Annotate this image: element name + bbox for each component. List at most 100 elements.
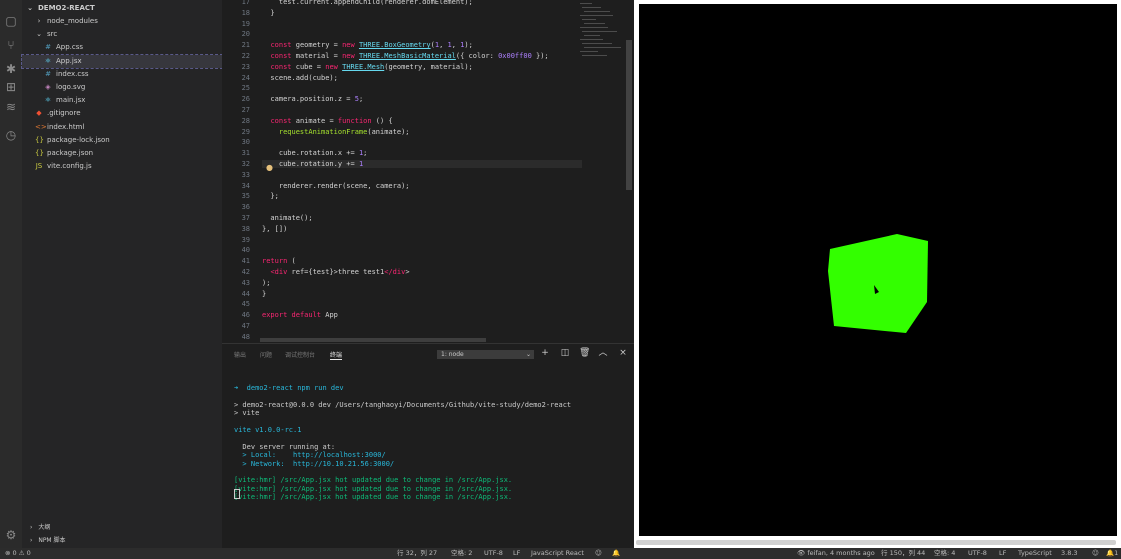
preview-scrollbar[interactable] (636, 540, 1116, 545)
explorer-root[interactable]: ⌄ DEMO2-REACT (22, 2, 226, 15)
terminal-line: > vite (234, 409, 260, 418)
source-control-icon[interactable]: ⑂ (4, 38, 18, 52)
docker-icon[interactable]: ≋ (4, 100, 18, 114)
code-line[interactable]: camera.position.z = 5; (262, 95, 363, 103)
minimap-line (580, 15, 613, 16)
explorer-item[interactable]: ◈ logo.svg (22, 81, 222, 94)
preview-cursor-position[interactable]: 行 150，列 44 (881, 548, 925, 559)
add-terminal-icon[interactable]: + (540, 348, 550, 358)
code-line[interactable]: const material = new THREE.MeshBasicMate… (262, 52, 548, 60)
terminal-line: [vite:hmr] /src/App.jsx hot updated due … (234, 493, 513, 502)
encoding[interactable]: UTF-8 (484, 548, 503, 559)
code-line[interactable]: renderer.render(scene, camera); (262, 182, 410, 190)
code-line[interactable]: requestAnimationFrame(animate); (262, 128, 410, 136)
code-line[interactable]: }; (262, 192, 278, 200)
line-number: 41 (241, 257, 250, 266)
explorer-item[interactable]: JS vite.config.js (22, 160, 222, 173)
terminal-line: > Network: http://10.10.21.56:3000/ (234, 459, 395, 468)
typescript-version[interactable]: 3.8.3 (1061, 548, 1078, 559)
timeline-icon[interactable]: ◷ (4, 128, 18, 142)
line-number: 48 (241, 332, 250, 341)
line-number: 46 (241, 311, 250, 320)
errors-indicator[interactable]: ⊗ 0 ⚠ 0 (5, 548, 31, 559)
minimap-line (582, 7, 601, 8)
notifications-icon[interactable]: 🔔 (612, 548, 620, 559)
status-bar: ⊗ 0 ⚠ 0 行 32，列 27 空格: 2 UTF-8 LF JavaScr… (0, 548, 1121, 559)
debug-icon[interactable]: ✱ (4, 62, 18, 76)
line-number: 38 (241, 224, 250, 233)
indentation[interactable]: 空格: 2 (451, 548, 472, 559)
preview-notifications[interactable]: 🔔1 (1106, 548, 1118, 559)
line-number: 40 (241, 246, 250, 255)
lightbulb-icon[interactable]: ● (266, 163, 273, 172)
css-file-icon: # (45, 69, 51, 78)
code-line[interactable]: return ( (262, 257, 296, 265)
explorer-item-label: package-lock.json (47, 135, 110, 144)
preview-feedback-icon[interactable]: ☺ (1092, 548, 1099, 559)
chevron-down-icon: ⌄ (27, 4, 33, 12)
minimap[interactable] (580, 0, 626, 60)
language-mode[interactable]: JavaScript React (531, 548, 584, 559)
close-panel-icon[interactable]: × (618, 348, 628, 358)
code-line[interactable]: test.current.appendChild(renderer.domEle… (262, 0, 473, 6)
tab-output[interactable]: 输出 (234, 350, 246, 359)
explorer-item[interactable]: # App.css (22, 41, 222, 54)
minimap-line (584, 47, 621, 48)
explorer-icon[interactable]: ▢ (4, 14, 18, 28)
git-blame[interactable]: 👁 feifan, 4 months ago (797, 548, 875, 559)
explorer-item[interactable]: ◆ .gitignore (22, 107, 222, 120)
explorer-item[interactable]: {} package.json (22, 147, 222, 160)
outline-label: 大纲 (38, 524, 51, 531)
preview-eol[interactable]: LF (999, 548, 1006, 559)
minimap-line (580, 51, 598, 52)
code-line[interactable]: cube.rotation.x += 1; (262, 149, 368, 157)
code-line[interactable]: <div ref={test}>three test1</div> (262, 268, 409, 276)
code-line[interactable]: scene.add(cube); (262, 74, 337, 82)
explorer-item[interactable]: {} package-lock.json (22, 134, 222, 147)
tab-debug-console[interactable]: 调试控制台 (285, 350, 315, 359)
code-line[interactable]: ); (262, 279, 270, 287)
code-editor[interactable]: 17 test.current.appendChild(renderer.dom… (222, 0, 634, 343)
explorer-item[interactable]: <>index.html (22, 121, 222, 134)
preview-indentation[interactable]: 空格: 4 (934, 548, 955, 559)
code-line[interactable]: animate(); (262, 214, 312, 222)
explorer-item[interactable]: ⚛ main.jsx (22, 94, 222, 107)
code-line[interactable]: }, []) (262, 225, 287, 233)
npm-scripts-section[interactable]: › NPM 脚本 (22, 535, 222, 547)
code-line[interactable]: const cube = new THREE.Mesh(geometry, ma… (262, 63, 472, 71)
preview-encoding[interactable]: UTF-8 (968, 548, 987, 559)
terminal-line: vite v1.0.0-rc.1 (234, 426, 302, 434)
chevron-down-icon: ⌄ (36, 30, 42, 39)
minimap-line (582, 19, 596, 20)
editor-horizontal-scrollbar[interactable] (260, 338, 486, 342)
explorer-item[interactable]: ⚛ App.jsx (21, 53, 223, 69)
kill-terminal-icon[interactable]: 🗑 (579, 348, 590, 358)
split-terminal-icon[interactable]: ◫ (560, 348, 570, 358)
terminal-cursor (234, 489, 240, 499)
code-line[interactable]: cube.rotation.y += 1 (262, 160, 582, 168)
react-file-icon: ⚛ (44, 56, 52, 65)
code-line[interactable]: export default App (262, 311, 338, 319)
line-number: 18 (241, 8, 250, 17)
explorer-item[interactable]: # index.css (22, 68, 222, 81)
preview-language[interactable]: TypeScript (1018, 548, 1052, 559)
code-line[interactable]: } (262, 290, 266, 298)
feedback-icon[interactable]: ☺ (595, 548, 602, 559)
threejs-canvas[interactable] (639, 4, 1117, 536)
explorer-item[interactable]: › node_modules (22, 15, 222, 28)
explorer-item[interactable]: ⌄ src (22, 28, 222, 41)
tab-terminal[interactable]: 终端 (330, 350, 343, 360)
terminal-selector[interactable]: 1: node ⌄ (437, 350, 534, 359)
tab-problems[interactable]: 问题 (260, 350, 272, 359)
outline-section[interactable]: › 大纲 (22, 522, 222, 534)
line-number: 43 (241, 278, 250, 287)
code-line[interactable]: } (262, 9, 274, 17)
end-of-line[interactable]: LF (513, 548, 520, 559)
editor-scrollbar[interactable] (626, 40, 632, 190)
cursor-position[interactable]: 行 32，列 27 (397, 548, 437, 559)
code-line[interactable]: const animate = function () { (262, 117, 392, 125)
maximize-panel-icon[interactable]: ︿ (598, 348, 608, 358)
settings-gear-icon[interactable]: ⚙ (4, 528, 18, 542)
code-line[interactable]: const geometry = new THREE.BoxGeometry(1… (262, 41, 472, 49)
extensions-icon[interactable]: ⊞ (4, 80, 18, 94)
